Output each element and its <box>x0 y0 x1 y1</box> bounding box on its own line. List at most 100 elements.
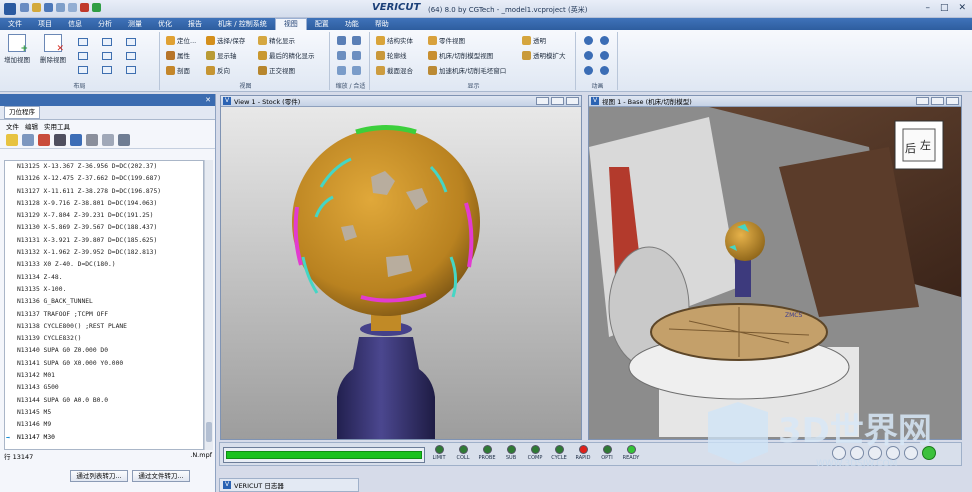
panel-menu-item[interactable]: 实用工具 <box>44 121 70 131</box>
window-icon[interactable] <box>102 133 114 146</box>
nc-line[interactable]: ➡ N13147 M30 <box>5 432 203 444</box>
view1-max-button[interactable] <box>551 97 564 105</box>
anim-rotate-icon[interactable] <box>584 36 593 45</box>
anim-spin-icon[interactable] <box>600 36 609 45</box>
menu-item[interactable]: 报告 <box>180 18 210 30</box>
nc-line[interactable]: N13132 X-1.962 Z-39.952 D=DC(182.813) <box>5 247 203 259</box>
panel-menu-item[interactable]: 文件 <box>6 121 19 131</box>
nc-listing[interactable]: N13125 X-13.367 Z-36.956 D=DC(202.37) N13… <box>4 160 204 450</box>
menu-item[interactable]: 分析 <box>90 18 120 30</box>
menu-item[interactable]: 项目 <box>30 18 60 30</box>
step-back-button[interactable] <box>850 446 864 460</box>
layout-vertical-icon[interactable] <box>78 66 88 74</box>
rewind-button[interactable] <box>832 446 846 460</box>
layout-tile-icon[interactable] <box>102 52 112 60</box>
panel-menu-item[interactable]: 编辑 <box>25 121 38 131</box>
save-icon[interactable] <box>44 3 53 12</box>
view1-close-button[interactable] <box>566 97 579 105</box>
nc-line[interactable]: N13131 X-3.921 Z-39.807 D=DC(185.625) <box>5 235 203 247</box>
show-axis-button[interactable]: 显示轴 <box>206 50 237 60</box>
transparent-expand-button[interactable]: 透明模扩大 <box>522 50 566 60</box>
menu-item[interactable]: 文件 <box>0 18 30 30</box>
delete-icon[interactable] <box>38 133 50 146</box>
layout-horizontal-icon[interactable] <box>78 52 88 60</box>
anim-stop-icon[interactable] <box>600 66 609 75</box>
machine-view-button[interactable]: 机床/切削模型视图 <box>428 50 493 60</box>
reverse-button[interactable]: 反向 <box>206 65 230 75</box>
nc-line[interactable]: N13127 X-11.611 Z-38.278 D=DC(196.875) <box>5 186 203 198</box>
nc-line[interactable]: N13128 X-9.716 Z-38.801 D=DC(194.063) <box>5 198 203 210</box>
undo-icon[interactable] <box>70 133 82 146</box>
delete-view-button[interactable]: ✕ 删除视图 <box>38 34 68 64</box>
layout-split-icon[interactable] <box>126 52 136 60</box>
view2-min-button[interactable] <box>916 97 929 105</box>
zoom-out-icon[interactable] <box>352 36 361 45</box>
nc-line[interactable]: N13126 X-12.475 Z-37.662 D=DC(199.687) <box>5 173 203 185</box>
play-icon[interactable] <box>92 3 101 12</box>
step-button[interactable] <box>886 446 900 460</box>
new-icon[interactable] <box>20 3 29 12</box>
menu-item[interactable]: 机床 / 控制系统 <box>210 18 275 30</box>
stop-button[interactable] <box>904 446 918 460</box>
play-button[interactable] <box>922 446 936 460</box>
app-icon[interactable] <box>4 3 16 15</box>
menu-item[interactable]: 配置 <box>307 18 337 30</box>
transparent-button[interactable]: 透明 <box>522 35 546 45</box>
nc-line[interactable]: N13139 CYCLE832() <box>5 333 203 345</box>
menu-item[interactable]: 帮助 <box>367 18 397 30</box>
refine-display-button[interactable]: 精化显示 <box>258 35 295 45</box>
rotate-icon[interactable] <box>352 66 361 75</box>
view-stock[interactable]: V View 1 - Stock (零件) <box>220 95 582 440</box>
section-mix-button[interactable]: 截面混合 <box>376 65 413 75</box>
layout-single-icon[interactable] <box>78 38 88 46</box>
part-view-button[interactable]: 零件视图 <box>428 35 465 45</box>
scroll-thumb[interactable] <box>206 422 212 442</box>
anim-tilt-icon[interactable] <box>600 51 609 60</box>
binoculars-icon[interactable] <box>54 133 66 146</box>
nc-line[interactable]: N13129 X-7.804 Z-39.231 D=DC(191.25) <box>5 210 203 222</box>
view-cube[interactable]: 后 左 <box>894 120 944 170</box>
edit-icon[interactable] <box>22 133 34 146</box>
menu-item[interactable]: 测量 <box>120 18 150 30</box>
section-button[interactable]: 剖面 <box>166 65 190 75</box>
nc-line[interactable]: N13140 SUPA G0 Z0.000 D0 <box>5 345 203 357</box>
nc-line[interactable]: N13138 CYCLE800() ;REST PLANE <box>5 321 203 333</box>
menu-item[interactable]: 优化 <box>150 18 180 30</box>
nc-line[interactable]: N13135 X-100. <box>5 284 203 296</box>
zoom-fit-icon[interactable] <box>337 51 346 60</box>
zoom-box-icon[interactable] <box>352 51 361 60</box>
anim-fly-icon[interactable] <box>584 66 593 75</box>
nc-line[interactable]: N13134 Z-48. <box>5 272 203 284</box>
locate-button[interactable]: 定位... <box>166 35 196 45</box>
view-machine[interactable]: V 视图 1 - Base (机床/切削模型) ZMCS 后 左 <box>588 95 962 440</box>
nc-line[interactable]: N13133 X0 Z-40. D=DC(180.) <box>5 259 203 271</box>
solid-button[interactable]: 结构实体 <box>376 35 413 45</box>
layout-grid-icon[interactable] <box>102 66 112 74</box>
close-button[interactable]: ✕ <box>958 3 966 13</box>
print-icon[interactable] <box>86 133 98 146</box>
anim-orbit-icon[interactable] <box>584 51 593 60</box>
file-transfer-button[interactable]: 通过文件转刀... <box>132 470 190 482</box>
nc-line[interactable]: N13145 M5 <box>5 407 203 419</box>
menu-item[interactable]: 信息 <box>60 18 90 30</box>
last-refine-button[interactable]: 最后的精化显示 <box>258 50 315 60</box>
export-icon[interactable] <box>118 133 130 146</box>
nc-line[interactable]: N13141 SUPA G0 X0.000 Y0.000 <box>5 358 203 370</box>
view1-min-button[interactable] <box>536 97 549 105</box>
view2-close-button[interactable] <box>946 97 959 105</box>
nc-line[interactable]: N13144 SUPA G0 A0.0 B0.0 <box>5 395 203 407</box>
nc-line[interactable]: N13143 G500 <box>5 382 203 394</box>
outline-button[interactable]: 轮廓线 <box>376 50 407 60</box>
vertical-scrollbar[interactable] <box>204 160 213 450</box>
open-icon[interactable] <box>32 3 41 12</box>
logger-tab[interactable]: V VERICUT 日志器 <box>219 478 359 492</box>
select-save-button[interactable]: 选择/保存 <box>206 35 245 45</box>
list-transfer-button[interactable]: 通过列表转刀... <box>70 470 128 482</box>
nc-line[interactable]: N13125 X-13.367 Z-36.956 D=DC(202.37) <box>5 161 203 173</box>
nc-line[interactable]: N13137 TRAFOOF ;TCPM OFF <box>5 309 203 321</box>
layout-cascade-icon[interactable] <box>102 38 112 46</box>
ortho-view-button[interactable]: 正交视图 <box>258 65 295 75</box>
nc-line[interactable]: N13146 M9 <box>5 419 203 431</box>
minimize-button[interactable]: – <box>925 3 930 13</box>
zoom-in-icon[interactable] <box>337 36 346 45</box>
